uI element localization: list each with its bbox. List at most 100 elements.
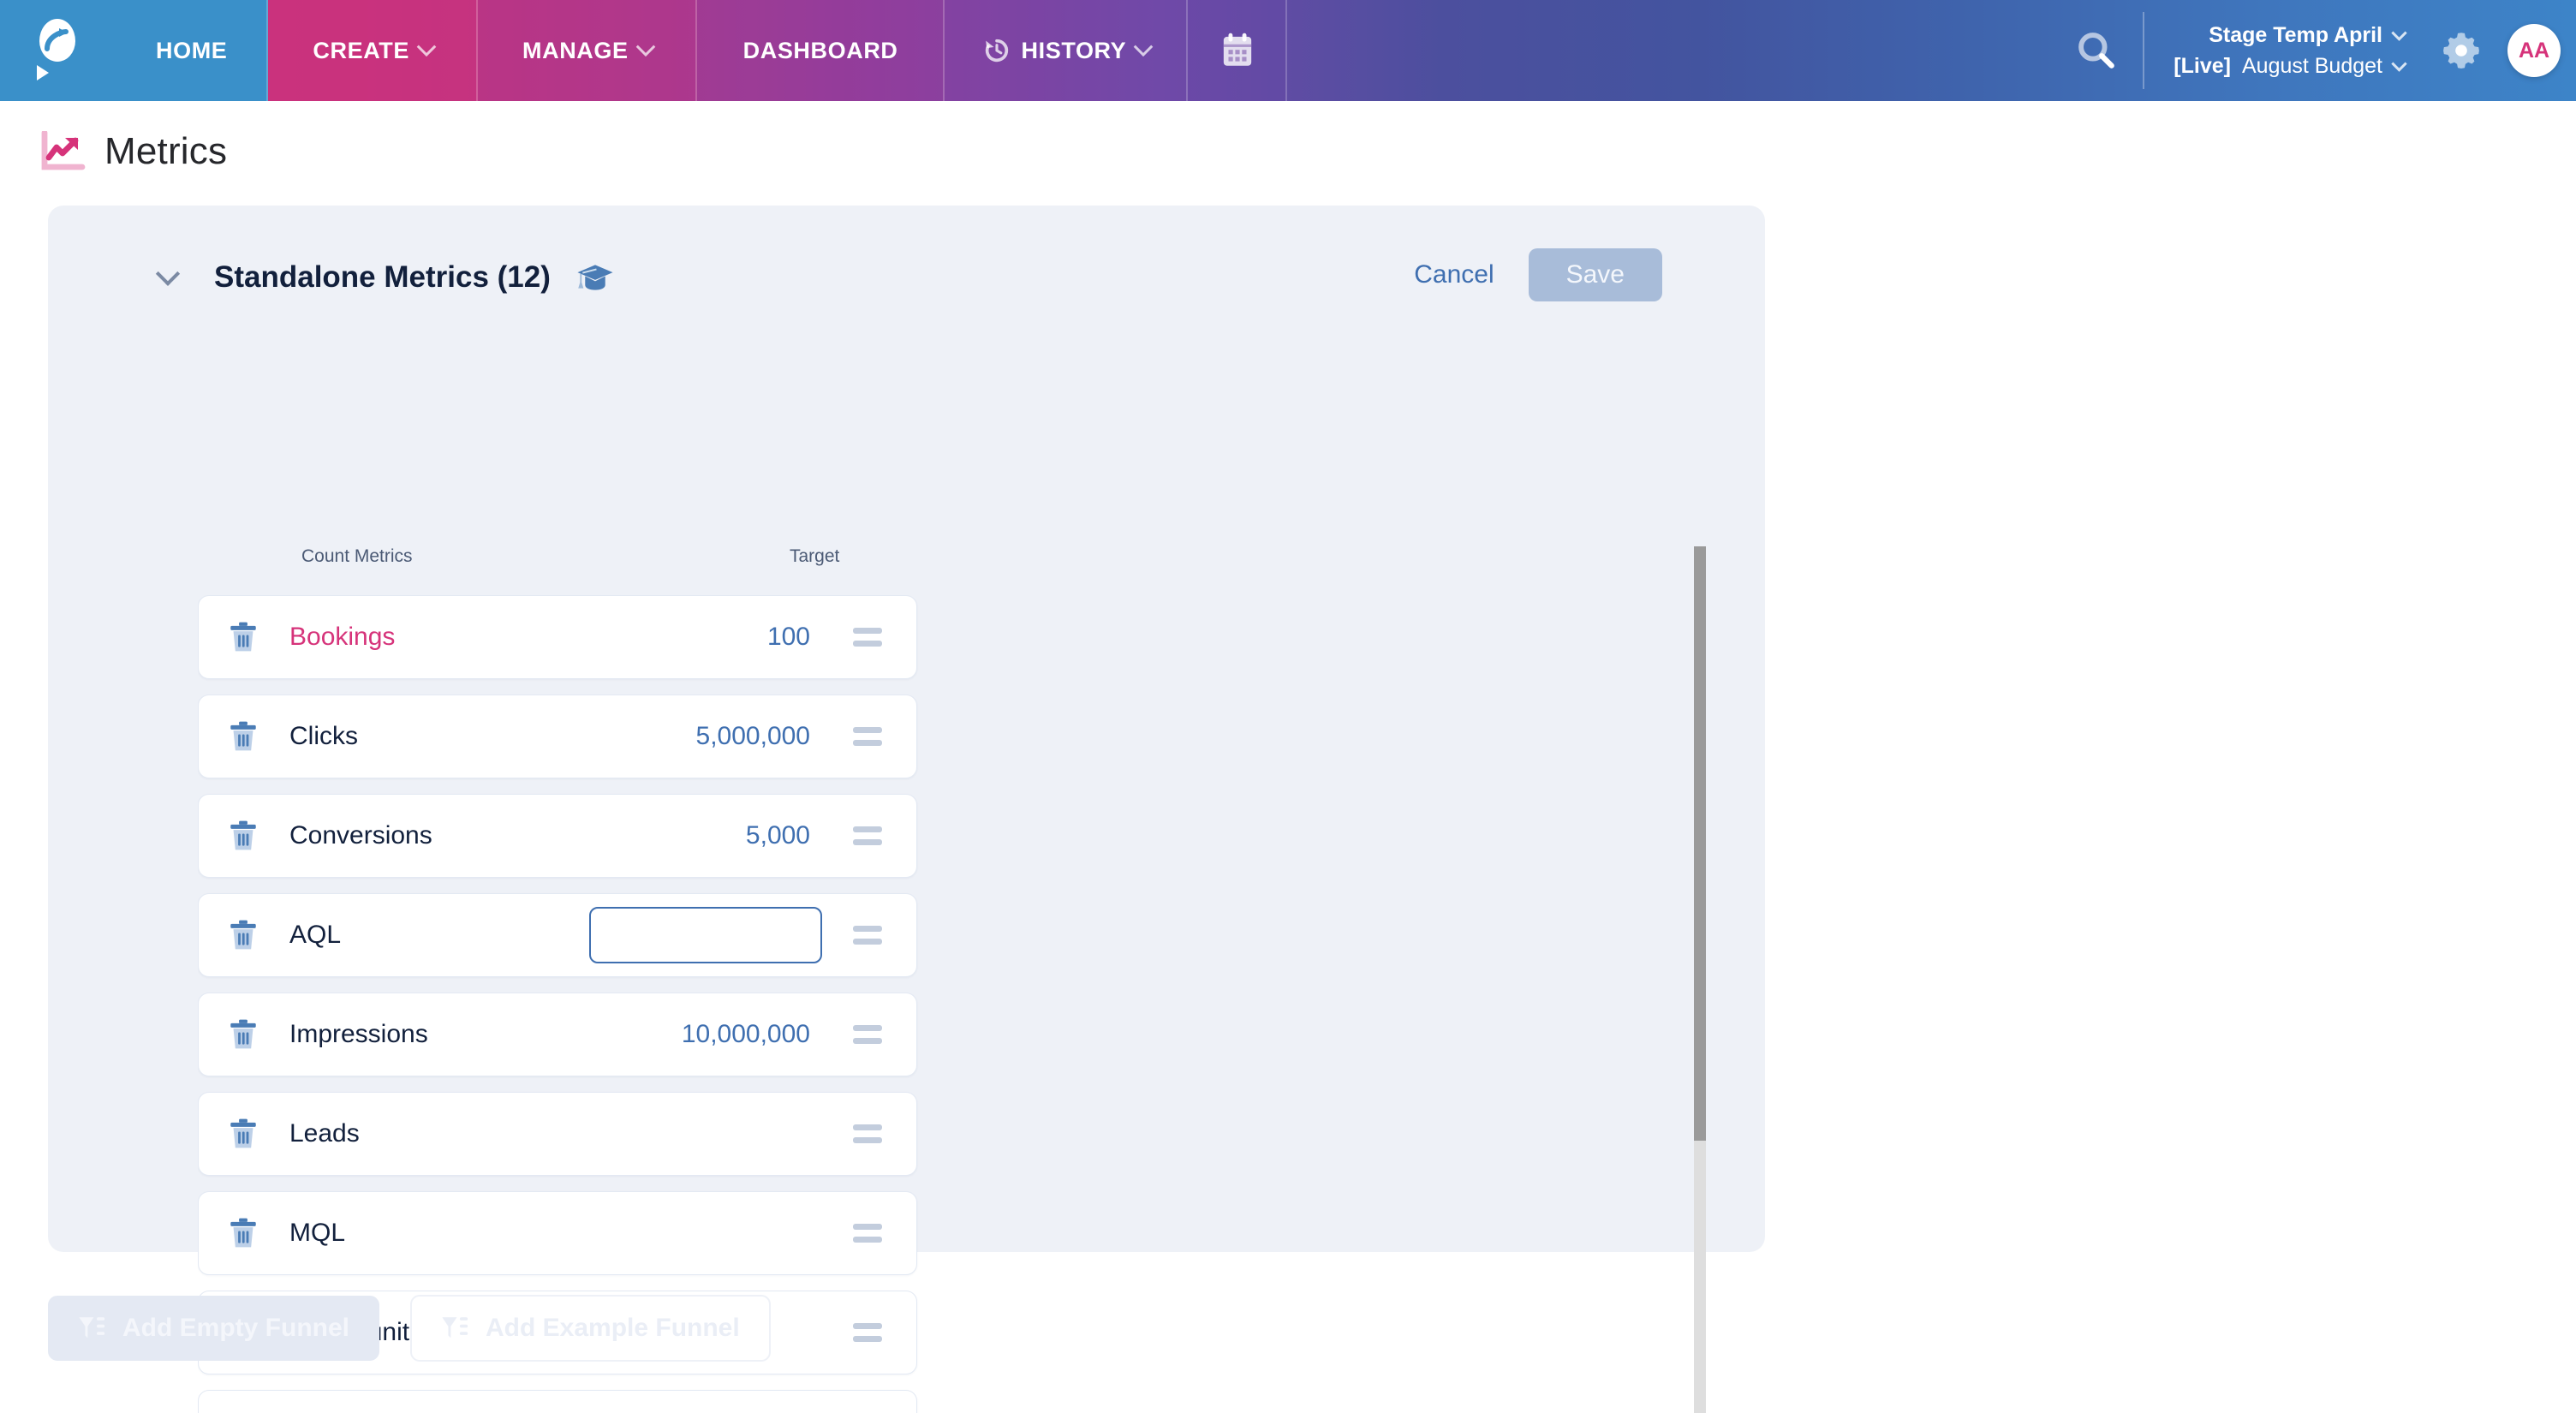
chevron-down-icon: [2391, 55, 2407, 72]
metric-row[interactable]: Leads: [198, 1092, 917, 1176]
metric-name-label: Clicks: [289, 722, 358, 750]
nav-item-home-label: HOME: [156, 37, 228, 63]
budget-selector[interactable]: [Live] August Budget: [2174, 53, 2407, 79]
metric-target-value[interactable]: 10,000,000: [682, 1020, 810, 1049]
list-scrollbar-track[interactable]: [1694, 546, 1706, 1413]
logo-arrow-icon: [45, 28, 69, 51]
metric-row[interactable]: Conversions 5,000: [198, 794, 917, 878]
nav-item-dashboard[interactable]: DASHBOARD: [696, 0, 945, 101]
metric-target-value[interactable]: 5,000,000: [696, 722, 810, 751]
drag-handle-icon[interactable]: [853, 727, 882, 746]
save-button[interactable]: Save: [1528, 248, 1662, 301]
chevron-down-icon: [416, 37, 437, 57]
chevron-down-icon: [2391, 24, 2407, 41]
graduation-cap-glyph: [577, 265, 613, 290]
funnel-icon: [442, 1317, 468, 1338]
delete-metric-icon[interactable]: [228, 1117, 259, 1151]
funnel-actions: Add Empty Funnel Add Example Funnel: [48, 1295, 771, 1362]
chevron-down-icon: [635, 37, 655, 57]
drag-handle-icon[interactable]: [853, 1323, 882, 1342]
metric-name-label: MQL: [289, 1219, 346, 1247]
metric-row[interactable]: Bookings 100: [198, 595, 917, 679]
top-navigation-bar: HOME CREATE MANAGE DASHBOARD HISTORY Sta…: [0, 0, 2576, 101]
settings-button[interactable]: [2427, 30, 2496, 71]
nav-item-create[interactable]: CREATE: [268, 0, 479, 101]
app-logo[interactable]: [0, 0, 115, 101]
metric-name-label: Impressions: [289, 1020, 428, 1048]
metric-target-input[interactable]: [589, 907, 822, 963]
delete-metric-icon[interactable]: [228, 719, 259, 754]
metric-row[interactable]: Clicks 5,000,000: [198, 695, 917, 778]
budget-name-label: August Budget: [2241, 53, 2382, 78]
search-icon: [2078, 33, 2115, 69]
delete-metric-icon[interactable]: [228, 1216, 259, 1250]
drag-handle-icon[interactable]: [853, 926, 882, 945]
nav-item-dashboard-label: DASHBOARD: [742, 37, 898, 63]
drag-handle-icon[interactable]: [853, 1224, 882, 1243]
drag-handle-icon[interactable]: [853, 1025, 882, 1044]
cancel-button[interactable]: Cancel: [1410, 253, 1497, 296]
history-clock-icon: [985, 39, 1008, 63]
calendar-icon: [1224, 33, 1252, 66]
nav-item-history[interactable]: HISTORY: [944, 0, 1189, 101]
drag-handle-icon[interactable]: [853, 628, 882, 647]
gear-icon: [2443, 33, 2479, 69]
column-headers: Count Metrics Target: [48, 546, 1765, 574]
nav-item-home[interactable]: HOME: [115, 0, 269, 101]
delete-metric-icon[interactable]: [228, 1017, 259, 1052]
metric-name-label: AQL: [289, 921, 342, 949]
page-header: Metrics: [0, 101, 2576, 176]
drag-handle-icon[interactable]: [853, 826, 882, 845]
budget-status-label: [Live]: [2174, 53, 2231, 78]
nav-item-create-label: CREATE: [313, 37, 410, 63]
avatar-initials: AA: [2518, 38, 2550, 63]
metric-name-label: Conversions: [289, 821, 432, 850]
metric-row[interactable]: [198, 1390, 917, 1413]
column-header-target: Target: [790, 546, 840, 566]
trash-glyph: [230, 1118, 256, 1148]
chevron-down-icon: [1133, 37, 1154, 57]
metric-name-label: Leads: [289, 1119, 360, 1148]
add-empty-funnel-button[interactable]: Add Empty Funnel: [48, 1296, 379, 1361]
add-example-funnel-label: Add Example Funnel: [486, 1314, 740, 1342]
scenario-selector[interactable]: Stage Temp April: [2209, 22, 2407, 48]
metric-name-label: Bookings: [289, 623, 396, 651]
drag-handle-icon[interactable]: [853, 1124, 882, 1143]
nav-item-history-label: HISTORY: [1021, 37, 1127, 63]
metrics-chart-icon: [41, 131, 86, 170]
metric-row[interactable]: MQL: [198, 1191, 917, 1275]
nav-divider: [2143, 12, 2145, 89]
metric-target-value[interactable]: 5,000: [746, 821, 810, 850]
column-header-name: Count Metrics: [301, 546, 413, 566]
list-scrollbar-thumb[interactable]: [1694, 546, 1706, 1141]
app-logo-icon: [32, 19, 83, 82]
trash-glyph: [230, 820, 256, 850]
trash-glyph: [230, 920, 256, 950]
nav-right-cluster: Stage Temp April [Live] August Budget AA: [2048, 0, 2576, 101]
scenario-label: Stage Temp April: [2209, 22, 2382, 47]
context-selectors: Stage Temp April [Live] August Budget: [2144, 23, 2427, 79]
trash-glyph: [230, 1218, 256, 1248]
metric-row[interactable]: AQL: [198, 893, 917, 977]
card-actions: Cancel Save: [1410, 248, 1662, 301]
trash-glyph: [230, 1019, 256, 1049]
nav-item-manage-label: MANAGE: [522, 37, 629, 63]
metrics-list[interactable]: Bookings 100 Clicks 5,000,000 Conversions 5…: [198, 595, 1705, 1413]
delete-metric-icon[interactable]: [228, 918, 259, 952]
card-title: Standalone Metrics (12): [214, 260, 551, 294]
metric-row[interactable]: Impressions 10,000,000: [198, 993, 917, 1076]
add-example-funnel-button[interactable]: Add Example Funnel: [410, 1295, 771, 1362]
metric-target-value[interactable]: 100: [767, 623, 810, 652]
delete-metric-icon[interactable]: [228, 819, 259, 853]
chevron-down-icon[interactable]: [155, 261, 181, 286]
avatar[interactable]: AA: [2507, 24, 2561, 77]
delete-metric-icon[interactable]: [228, 620, 259, 654]
add-empty-funnel-label: Add Empty Funnel: [122, 1314, 349, 1342]
graduation-cap-icon[interactable]: [576, 262, 614, 293]
nav-item-calendar[interactable]: [1188, 0, 1288, 101]
funnel-icon: [79, 1317, 105, 1338]
nav-divider: [1285, 0, 1288, 101]
search-button[interactable]: [2048, 0, 2145, 101]
nav-item-manage[interactable]: MANAGE: [478, 0, 697, 101]
